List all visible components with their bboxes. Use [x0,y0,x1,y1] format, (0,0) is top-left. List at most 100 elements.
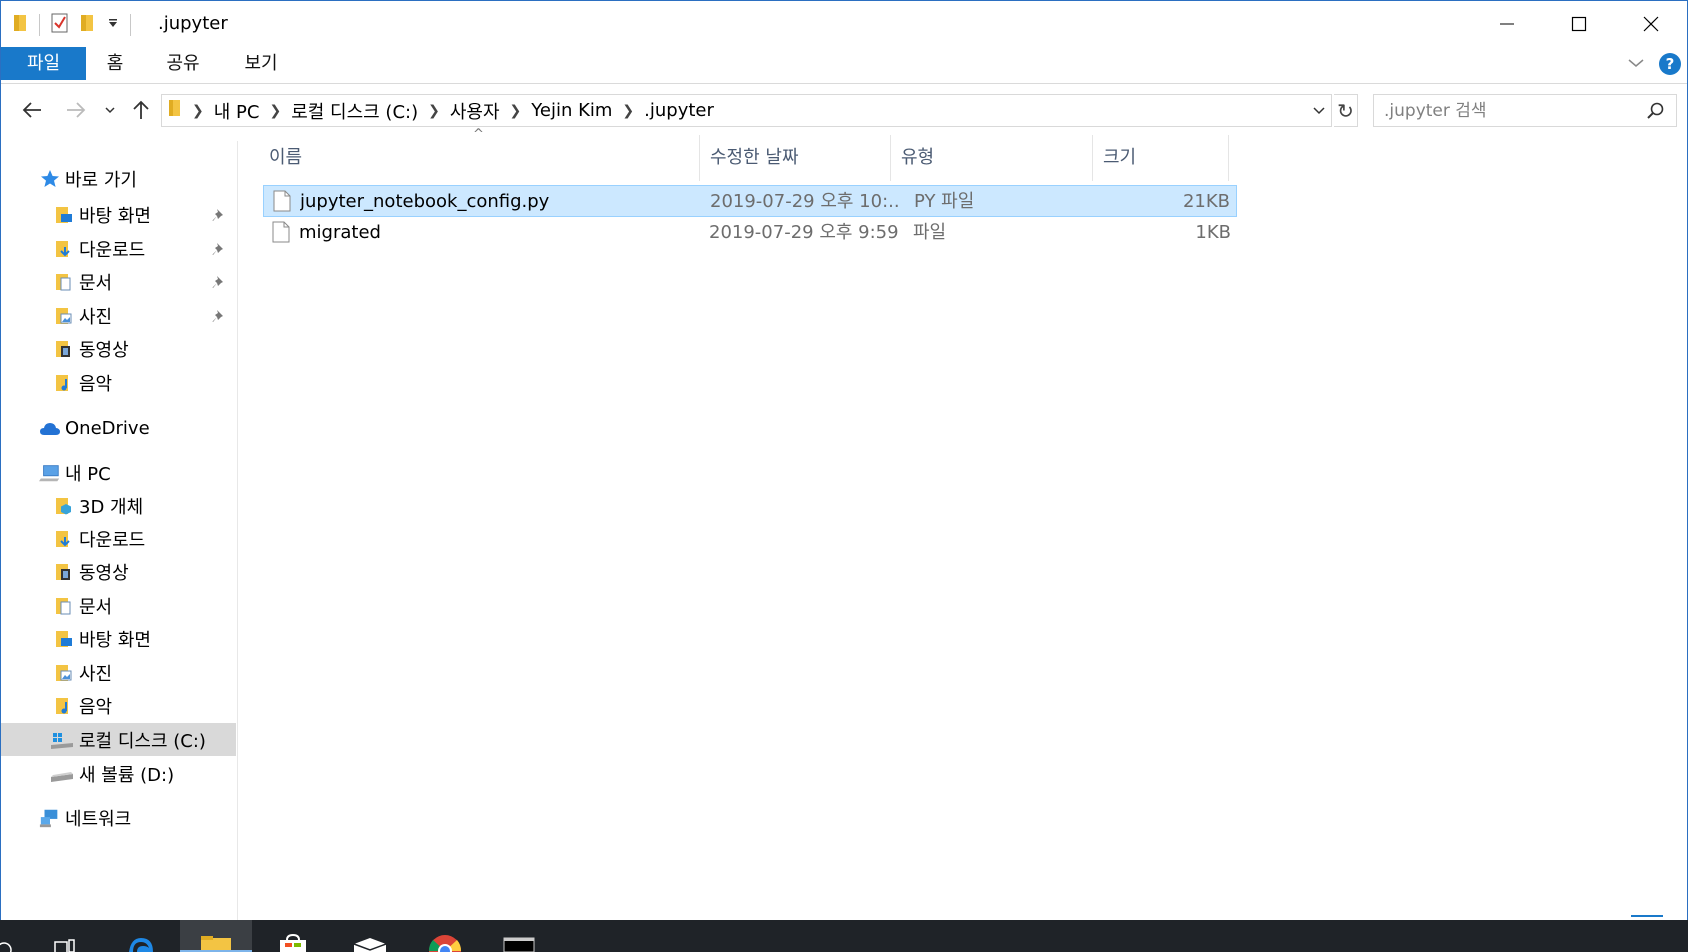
pin-icon[interactable] [212,273,226,294]
downloads-folder-icon [53,238,75,260]
pin-icon[interactable] [212,206,226,227]
breadcrumb-users[interactable]: 사용자 [444,98,506,124]
pin-icon[interactable] [212,307,226,328]
nav-quick-pictures[interactable]: 사진 [1,299,236,332]
breadcrumb-current[interactable]: .jupyter [638,100,720,121]
tab-view[interactable]: 보기 [239,47,283,80]
chevron-right-icon[interactable]: ❯ [618,103,638,119]
file-row[interactable]: migrated 2019-07-29 오후 9:59 파일 1KB [263,217,1237,249]
address-dropdown-button[interactable] [1307,95,1331,126]
breadcrumb-user[interactable]: Yejin Kim [525,100,618,121]
star-icon [39,168,61,190]
forward-button[interactable] [61,95,91,125]
nav-label: 새 볼륨 (D:) [79,764,175,786]
address-row: ❯ 내 PC ❯ 로컬 디스크 (C:) ❯ 사용자 ❯ Yejin Kim ❯… [1,89,1687,133]
expand-ribbon-button[interactable] [1627,54,1645,74]
refresh-icon: ↻ [1337,98,1354,123]
desktop-folder-icon [53,628,75,650]
chevron-right-icon[interactable]: ❯ [506,103,526,119]
store-taskbar-button[interactable] [262,920,324,952]
nav-quick-videos[interactable]: 동영상 [1,332,236,365]
column-header-size[interactable]: 크기 [1093,135,1229,181]
search-box[interactable] [1373,94,1677,127]
nav-pc-videos[interactable]: 동영상 [1,555,236,588]
search-taskbar-button[interactable] [0,920,20,952]
search-icon[interactable] [1646,101,1666,126]
new-folder-icon[interactable] [80,13,96,38]
maximize-button[interactable] [1543,1,1615,47]
edge-taskbar-button[interactable] [110,920,172,952]
folder-icon [168,98,182,123]
nav-quick-documents[interactable]: 문서 [1,265,236,298]
chrome-taskbar-button[interactable] [414,920,476,952]
file-name: jupyter_notebook_config.py [300,191,550,212]
column-header-type[interactable]: 유형 [891,135,1093,181]
recent-locations-button[interactable] [99,95,121,125]
file-date: 2019-07-29 오후 10:... [710,191,900,212]
nav-onedrive[interactable]: OneDrive [1,412,236,445]
nav-label: 음악 [79,373,113,395]
file-explorer-taskbar-button[interactable] [180,920,252,952]
nav-pc-documents[interactable]: 문서 [1,589,236,622]
nav-quick-desktop[interactable]: 바탕 화면 [1,198,236,231]
terminal-taskbar-button[interactable] [488,920,550,952]
nav-label: 바탕 화면 [79,629,151,651]
minimize-icon [1500,23,1514,25]
nav-quick-downloads[interactable]: 다운로드 [1,232,236,265]
3d-objects-folder-icon [53,495,75,517]
nav-pc-downloads[interactable]: 다운로드 [1,522,236,555]
task-view-button[interactable] [40,920,90,952]
chevron-right-icon[interactable]: ❯ [188,103,208,119]
tab-file[interactable]: 파일 [1,47,86,80]
pictures-folder-icon [53,305,75,327]
properties-icon[interactable] [50,12,70,39]
customize-dropdown-icon[interactable] [106,15,120,35]
tab-share[interactable]: 공유 [159,47,207,80]
breadcrumb: ❯ 내 PC ❯ 로컬 디스크 (C:) ❯ 사용자 ❯ Yejin Kim ❯… [182,95,720,126]
nav-label: 동영상 [79,562,129,584]
computer-icon [39,462,61,484]
tab-home[interactable]: 홈 [93,47,137,80]
refresh-button[interactable]: ↻ [1334,94,1358,127]
window-controls [1471,1,1687,47]
nav-network[interactable]: 네트워크 [1,801,236,834]
nav-quick-access[interactable]: 바로 가기 [1,162,236,195]
column-header-name[interactable]: 이름 [259,135,700,181]
explorer-window: .jupyter 파일 홈 공유 보기 ? ❯ 내 PC ❯ 로컬 디스크 (C… [0,0,1688,921]
close-button[interactable] [1615,1,1687,47]
mail-taskbar-button[interactable] [336,920,404,952]
pin-icon[interactable] [212,240,226,261]
chevron-down-icon [105,107,115,114]
nav-pc-volume-d[interactable]: 새 볼륨 (D:) [1,757,236,790]
nav-pc-music[interactable]: 음악 [1,689,236,722]
nav-label: 다운로드 [79,239,146,261]
chevron-right-icon[interactable]: ❯ [424,103,444,119]
nav-label: OneDrive [65,418,150,439]
nav-pc-local-disk[interactable]: 로컬 디스크 (C:) [1,723,236,756]
nav-pc-desktop[interactable]: 바탕 화면 [1,622,236,655]
separator [130,14,131,36]
minimize-button[interactable] [1471,1,1543,47]
chevron-down-icon [1313,106,1325,114]
videos-folder-icon [53,561,75,583]
edge-icon [129,938,153,952]
back-button[interactable] [17,95,47,125]
file-size: 1KB [1195,222,1231,243]
nav-pc-pictures[interactable]: 사진 [1,656,236,689]
address-bar[interactable]: ❯ 내 PC ❯ 로컬 디스크 (C:) ❯ 사용자 ❯ Yejin Kim ❯… [161,94,1332,127]
help-icon[interactable]: ? [1659,53,1681,75]
nav-quick-music[interactable]: 음악 [1,366,236,399]
file-row[interactable]: jupyter_notebook_config.py 2019-07-29 오후… [263,185,1237,217]
nav-label: 사진 [79,663,113,685]
nav-label: 문서 [79,596,113,618]
search-input[interactable] [1384,95,1634,126]
terminal-icon [503,937,535,952]
nav-this-pc[interactable]: 내 PC [1,456,236,489]
column-header-date[interactable]: 수정한 날짜 [700,135,891,181]
up-button[interactable] [127,95,155,125]
breadcrumb-this-pc[interactable]: 내 PC [208,98,266,124]
file-icon [273,190,291,217]
chevron-right-icon[interactable]: ❯ [265,103,285,119]
breadcrumb-local-disk[interactable]: 로컬 디스크 (C:) [285,98,424,124]
nav-pc-3d-objects[interactable]: 3D 개체 [1,489,236,522]
